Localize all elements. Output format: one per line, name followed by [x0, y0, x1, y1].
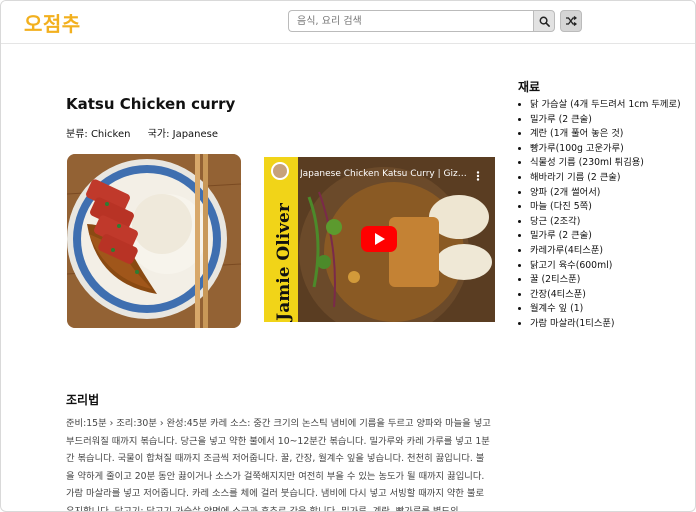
- list-item: 계란 (1개 풀어 놓은 것): [530, 127, 681, 142]
- recipe-area: 국가: Japanese: [147, 129, 219, 140]
- play-icon[interactable]: [361, 226, 397, 252]
- recipe-image: [67, 154, 241, 328]
- shuffle-button[interactable]: [560, 10, 582, 32]
- list-item: 카레가루(4티스푼): [530, 244, 681, 259]
- recipe-title: Katsu Chicken curry: [66, 95, 236, 113]
- list-item: 마늘 (다진 5쪽): [530, 200, 681, 215]
- list-item: 닭 가슴살 (4개 두드려서 1cm 두께로): [530, 98, 681, 113]
- recipe-category: 분류: Chicken: [66, 129, 131, 140]
- ingredient-list: 닭 가슴살 (4개 두드려서 1cm 두께로) 밀가루 (2 큰술) 계란 (1…: [518, 98, 681, 332]
- list-item: 밀가루 (2 큰술): [530, 229, 681, 244]
- list-item: 가람 마살라(1티스푼): [530, 317, 681, 332]
- list-item: 간장(4티스푼): [530, 288, 681, 303]
- search-input[interactable]: [288, 10, 535, 32]
- list-item: 꿀 (2티스푼): [530, 273, 681, 288]
- list-item: 밀가루 (2 큰술): [530, 113, 681, 128]
- list-item: 해바라기 기름 (2 큰술): [530, 171, 681, 186]
- app-logo[interactable]: 오점추: [24, 8, 81, 37]
- more-options-icon[interactable]: [476, 171, 480, 181]
- recipe-meta: 분류: Chicken 국가: Japanese: [66, 125, 232, 140]
- list-item: 닭고기 육수(600ml): [530, 259, 681, 274]
- list-item: 식물성 기름 (230ml 튀김용): [530, 156, 681, 171]
- shuffle-icon: [566, 16, 577, 26]
- top-bar: 오점추: [1, 1, 695, 44]
- list-item: 월계수 잎 (1): [530, 302, 681, 317]
- search-button[interactable]: [533, 10, 555, 32]
- list-item: 양파 (2개 썰어서): [530, 186, 681, 201]
- list-item: 빵가루(100g 고운가루): [530, 142, 681, 157]
- video-title[interactable]: Japanese Chicken Katsu Curry | Gizzi Ers…: [300, 169, 470, 179]
- list-item: 당근 (2조각): [530, 215, 681, 230]
- recipe-video[interactable]: Jamie Oliver Japanese Chicken Katsu Curr…: [264, 157, 495, 322]
- ingredients-title: 재료: [518, 80, 541, 94]
- video-brand: Jamie Oliver: [274, 203, 294, 321]
- method-title: 조리법: [66, 393, 100, 407]
- method-text: 준비:15분 › 조리:30분 › 완성:45분 카레 소스: 중간 크기의 논…: [66, 418, 491, 512]
- app-window: 오점추 Katsu Chicken curry 분류: Chicken 국가: …: [0, 0, 696, 512]
- search-icon: [539, 16, 550, 27]
